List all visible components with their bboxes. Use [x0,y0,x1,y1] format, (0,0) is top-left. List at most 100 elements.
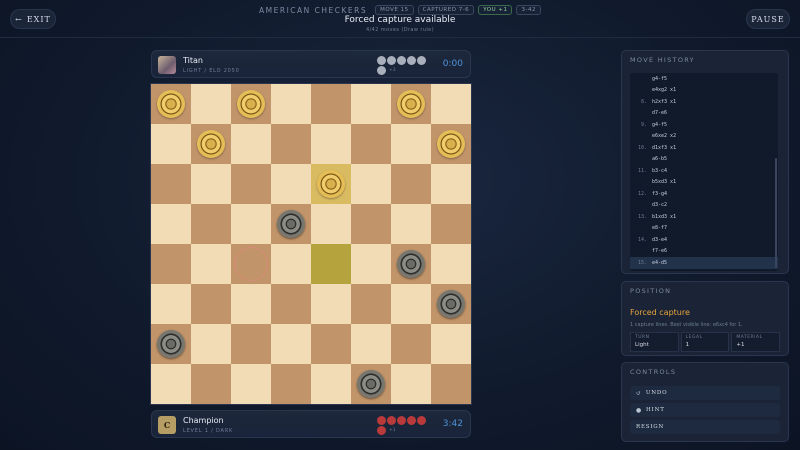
board-square[interactable] [391,124,431,164]
board-square[interactable] [431,204,471,244]
history-row[interactable]: e8-f7 [630,223,778,235]
board-square[interactable] [191,244,231,284]
board-square[interactable] [191,204,231,244]
history-row[interactable]: 10. d1xf3 x1 [630,142,778,154]
history-row[interactable]: 15. e4-d5 [630,257,778,269]
board-square[interactable] [351,84,391,124]
light-piece[interactable] [397,90,425,118]
board-square[interactable] [151,284,191,324]
dark-piece[interactable] [357,370,385,398]
board-square[interactable] [231,364,271,404]
history-row[interactable]: 13. b1xd3 x1 [630,211,778,223]
board-square[interactable] [231,204,271,244]
board-square[interactable] [351,244,391,284]
board-square[interactable] [391,364,431,404]
light-piece[interactable] [157,90,185,118]
undo-button[interactable]: ↺ UNDO [630,386,780,400]
board-square[interactable] [191,84,231,124]
board-square[interactable] [151,244,191,284]
history-row[interactable]: a6-b5 [630,154,778,166]
board-square[interactable] [231,164,271,204]
board-square[interactable] [271,284,311,324]
history-row[interactable]: f7-e6 [630,246,778,258]
board-square[interactable] [191,284,231,324]
board-square[interactable] [311,364,351,404]
history-row[interactable]: 14. d3-e4 [630,234,778,246]
board-square[interactable] [351,284,391,324]
board-square[interactable] [271,324,311,364]
light-piece[interactable] [317,170,345,198]
board-square[interactable] [311,284,351,324]
board-square[interactable] [151,164,191,204]
board-square[interactable] [431,244,471,284]
board-square[interactable] [391,324,431,364]
hint-button[interactable]: ● HINT [630,403,780,417]
history-row[interactable]: 8. h2xf3 x1 [630,96,778,108]
board-square[interactable] [271,204,311,244]
dark-piece[interactable] [437,290,465,318]
board-square[interactable] [431,324,471,364]
board-square[interactable] [391,204,431,244]
board-square[interactable] [271,84,311,124]
pause-button[interactable]: PAUSE [746,9,790,29]
board-square[interactable] [431,84,471,124]
checkers-board[interactable] [151,84,471,404]
board-square[interactable] [271,364,311,404]
board-square[interactable] [311,204,351,244]
board-square[interactable] [271,244,311,284]
board-square[interactable] [391,284,431,324]
board-square[interactable] [311,124,351,164]
board-square[interactable] [151,324,191,364]
board-square[interactable] [151,364,191,404]
board-square[interactable] [391,164,431,204]
board-square[interactable] [231,124,271,164]
history-row[interactable]: 12. f3-g4 [630,188,778,200]
board-square[interactable] [431,124,471,164]
board-square[interactable] [231,84,271,124]
board-square[interactable] [351,204,391,244]
board-square[interactable] [431,284,471,324]
board-square[interactable] [191,364,231,404]
board-square[interactable] [431,364,471,404]
board-square[interactable] [351,124,391,164]
move-history-list[interactable]: g4-f5 e4xg2 x1 8. h2xf3 x1 d7-e6 9. g4-f5 e6xe2… [630,73,778,271]
board-square[interactable] [351,364,391,404]
board-square[interactable] [231,324,271,364]
history-row[interactable]: d7-e6 [630,108,778,120]
history-row[interactable]: 11. b3-c4 [630,165,778,177]
board-square[interactable] [151,124,191,164]
dark-piece[interactable] [397,250,425,278]
board-square[interactable] [191,324,231,364]
history-row[interactable]: e6xe2 x2 [630,131,778,143]
board-square[interactable] [231,244,271,284]
history-row[interactable]: e4xg2 x1 [630,85,778,97]
dark-piece[interactable] [157,330,185,358]
board-square[interactable] [231,284,271,324]
history-row[interactable]: d3-c2 [630,200,778,212]
board-square[interactable] [351,324,391,364]
board-square[interactable] [191,124,231,164]
history-row[interactable]: b5xd3 x1 [630,177,778,189]
history-row[interactable]: g4-f5 [630,73,778,85]
history-row[interactable]: 9. g4-f5 [630,119,778,131]
board-square[interactable] [391,244,431,284]
scrollbar[interactable] [775,158,777,268]
board-square[interactable] [431,164,471,204]
board-square[interactable] [311,84,351,124]
board-square[interactable] [311,164,351,204]
resign-button[interactable]: RESIGN [630,420,780,434]
dark-piece[interactable] [277,210,305,238]
capture-target-indicator[interactable] [234,247,268,281]
board-square[interactable] [351,164,391,204]
board-square[interactable] [271,124,311,164]
board-square[interactable] [391,84,431,124]
light-piece[interactable] [197,130,225,158]
board-square[interactable] [271,164,311,204]
board-square[interactable] [151,204,191,244]
board-square[interactable] [151,84,191,124]
board-square[interactable] [191,164,231,204]
board-square[interactable] [311,244,351,284]
light-piece[interactable] [437,130,465,158]
board-square[interactable] [311,324,351,364]
light-piece[interactable] [237,90,265,118]
